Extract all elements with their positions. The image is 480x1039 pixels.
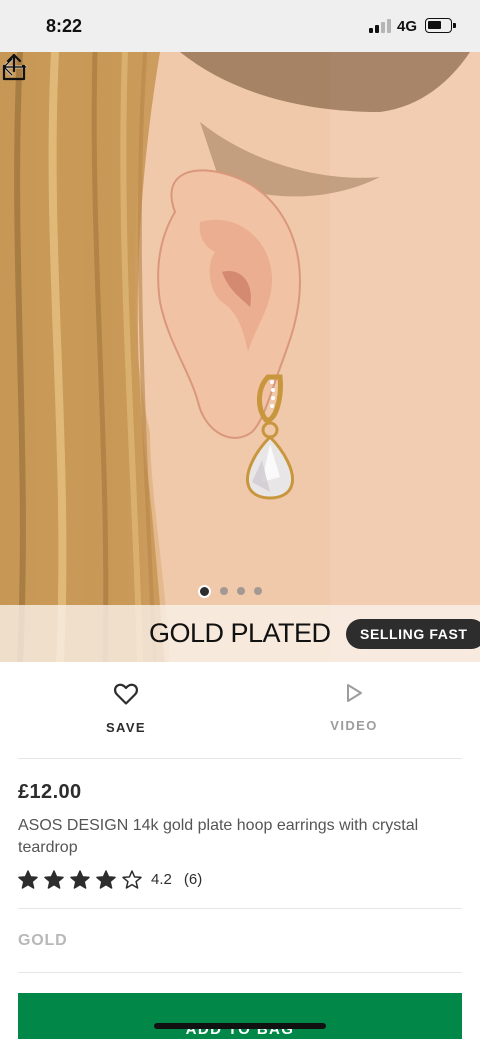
signal-strength-icon bbox=[369, 19, 391, 33]
rating-stars bbox=[18, 869, 142, 889]
home-indicator bbox=[154, 1023, 326, 1029]
rating-count: (6) bbox=[183, 870, 203, 888]
save-label: SAVE bbox=[105, 720, 147, 735]
star-filled-icon bbox=[96, 869, 116, 889]
product-rating[interactable]: 4.2 (6) bbox=[18, 868, 202, 890]
rating-value: 4.2 bbox=[151, 870, 172, 888]
add-to-bag-button[interactable]: ADD TO BAG bbox=[18, 993, 462, 1039]
carousel-dot[interactable] bbox=[254, 587, 262, 595]
product-image-carousel[interactable]: GOLD PLATED SELLING FAST bbox=[0, 52, 480, 662]
banner-text: GOLD PLATED bbox=[149, 618, 331, 648]
image-banner: GOLD PLATED SELLING FAST bbox=[0, 605, 480, 662]
status-time: 8:22 bbox=[46, 16, 83, 36]
product-title: ASOS DESIGN 14k gold plate hoop earrings… bbox=[18, 817, 419, 856]
play-icon bbox=[347, 684, 362, 702]
star-empty-icon bbox=[122, 869, 142, 889]
battery-icon bbox=[425, 18, 456, 33]
carousel-pagination bbox=[198, 584, 262, 598]
save-button[interactable]: SAVE bbox=[66, 682, 186, 735]
product-price: £12.00 bbox=[18, 781, 82, 803]
product-photo bbox=[0, 52, 480, 662]
star-filled-icon bbox=[44, 869, 64, 889]
divider bbox=[18, 758, 462, 759]
colour-label: GOLD bbox=[18, 932, 68, 949]
heart-icon bbox=[113, 683, 139, 705]
divider bbox=[18, 972, 462, 973]
video-label: VIDEO bbox=[330, 718, 378, 733]
carousel-dot[interactable] bbox=[237, 587, 245, 595]
video-button[interactable]: VIDEO bbox=[294, 682, 414, 733]
star-filled-icon bbox=[70, 869, 90, 889]
selling-fast-badge: SELLING FAST bbox=[346, 619, 480, 649]
carousel-dot[interactable] bbox=[220, 587, 228, 595]
star-filled-icon bbox=[18, 869, 38, 889]
network-type: 4G bbox=[397, 18, 418, 35]
product-actions: SAVE VIDEO bbox=[0, 662, 480, 758]
carousel-dot[interactable] bbox=[198, 584, 211, 598]
share-icon[interactable] bbox=[0, 52, 28, 82]
status-bar: 8:22 4G bbox=[0, 0, 480, 52]
divider bbox=[18, 908, 462, 909]
